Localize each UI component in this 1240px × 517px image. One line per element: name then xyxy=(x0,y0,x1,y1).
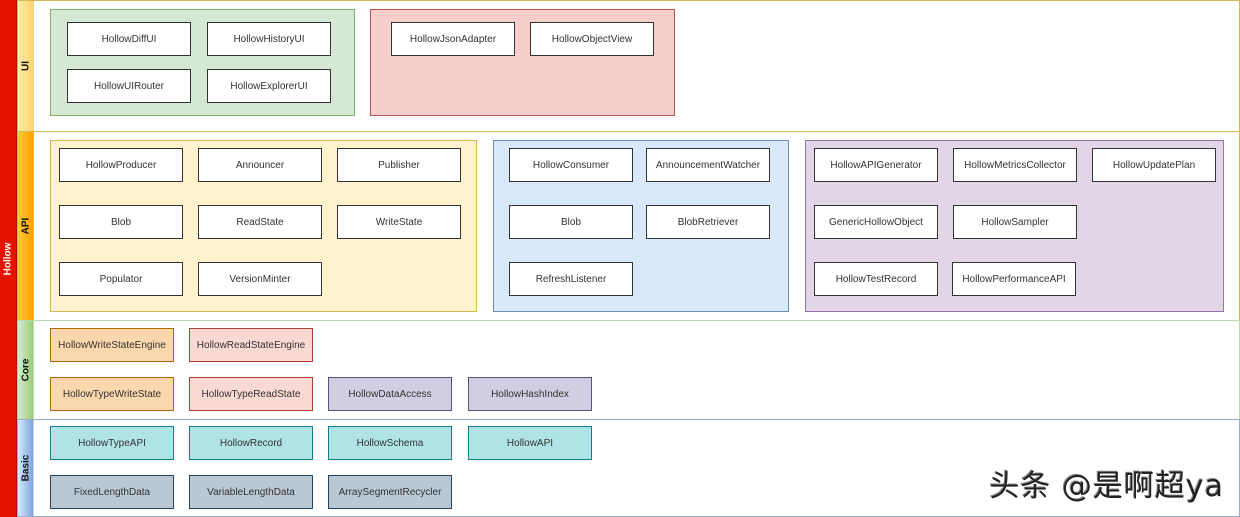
node-hollowreadstateengine[interactable]: HollowReadStateEngine xyxy=(189,328,313,362)
node-hollowsampler[interactable]: HollowSampler xyxy=(953,205,1077,239)
hollow-root-label: Hollow xyxy=(0,0,17,517)
watermark: 头条 @是啊超ya xyxy=(989,469,1224,504)
node-hollowwritestateengine[interactable]: HollowWriteStateEngine xyxy=(50,328,174,362)
node-hollowapi[interactable]: HollowAPI xyxy=(468,426,592,460)
node-versionminter[interactable]: VersionMinter xyxy=(198,262,322,296)
node-hollowschema[interactable]: HollowSchema xyxy=(328,426,452,460)
node-hollowperformanceapi[interactable]: HollowPerformanceAPI xyxy=(952,262,1076,296)
node-hollowtestrecord[interactable]: HollowTestRecord xyxy=(814,262,938,296)
node-publisher[interactable]: Publisher xyxy=(337,148,461,182)
node-fixedlengthdata[interactable]: FixedLengthData xyxy=(50,475,174,509)
node-hollowtypewritestate[interactable]: HollowTypeWriteState xyxy=(50,377,174,411)
node-generichollowobject[interactable]: GenericHollowObject xyxy=(814,205,938,239)
node-hollowhistoryui[interactable]: HollowHistoryUI xyxy=(207,22,331,56)
node-hollowupdateplan[interactable]: HollowUpdatePlan xyxy=(1092,148,1216,182)
layer-ui-label: UI xyxy=(20,61,31,71)
node-hollowhashindex[interactable]: HollowHashIndex xyxy=(468,377,592,411)
layer-api-tab: API xyxy=(18,132,34,320)
layer-basic-tab: Basic xyxy=(18,420,34,516)
layer-basic-label: Basic xyxy=(20,454,31,482)
layer-ui-tab: UI xyxy=(18,1,34,131)
node-hollowtypereadstate[interactable]: HollowTypeReadState xyxy=(189,377,313,411)
node-hollowtypeapi[interactable]: HollowTypeAPI xyxy=(50,426,174,460)
node-arraysegmentrecycler[interactable]: ArraySegmentRecycler xyxy=(328,475,452,509)
api-group-producer: HollowProducer Announcer Publisher Blob … xyxy=(50,140,477,312)
node-announcer[interactable]: Announcer xyxy=(198,148,322,182)
node-hollowconsumer[interactable]: HollowConsumer xyxy=(509,148,633,182)
node-variablelengthdata[interactable]: VariableLengthData xyxy=(189,475,313,509)
node-blobretriever[interactable]: BlobRetriever xyxy=(646,205,770,239)
node-hollowobjectview[interactable]: HollowObjectView xyxy=(530,22,654,56)
node-blob-producer[interactable]: Blob xyxy=(59,205,183,239)
root-label-text: Hollow xyxy=(2,242,14,275)
layer-ui: UI HollowDiffUI HollowHistoryUI HollowUI… xyxy=(17,0,1240,132)
ui-group-object-tools: HollowJsonAdapter HollowObjectView xyxy=(370,9,675,116)
node-writestate[interactable]: WriteState xyxy=(337,205,461,239)
node-announcementwatcher[interactable]: AnnouncementWatcher xyxy=(646,148,770,182)
api-group-tools: HollowAPIGenerator HollowMetricsCollecto… xyxy=(805,140,1224,312)
node-hollowjsonadapter[interactable]: HollowJsonAdapter xyxy=(391,22,515,56)
layer-api-label: API xyxy=(20,217,31,235)
node-blob-consumer[interactable]: Blob xyxy=(509,205,633,239)
node-hollowuirouter[interactable]: HollowUIRouter xyxy=(67,69,191,103)
node-hollowdiffui[interactable]: HollowDiffUI xyxy=(67,22,191,56)
node-refreshlistener[interactable]: RefreshListener xyxy=(509,262,633,296)
node-hollowproducer[interactable]: HollowProducer xyxy=(59,148,183,182)
node-populator[interactable]: Populator xyxy=(59,262,183,296)
layer-core-label: Core xyxy=(20,358,31,382)
node-hollowrecord[interactable]: HollowRecord xyxy=(189,426,313,460)
node-hollowexplorerui[interactable]: HollowExplorerUI xyxy=(207,69,331,103)
ui-group-web-tools: HollowDiffUI HollowHistoryUI HollowUIRou… xyxy=(50,9,355,116)
node-readstate[interactable]: ReadState xyxy=(198,205,322,239)
layer-api: API HollowProducer Announcer Publisher B… xyxy=(17,131,1240,321)
layer-core: Core HollowWriteStateEngine HollowReadSt… xyxy=(17,320,1240,420)
node-hollowdataaccess[interactable]: HollowDataAccess xyxy=(328,377,452,411)
node-hollowapigenerator[interactable]: HollowAPIGenerator xyxy=(814,148,938,182)
layer-core-tab: Core xyxy=(18,321,34,419)
api-group-consumer: HollowConsumer AnnouncementWatcher Blob … xyxy=(493,140,789,312)
node-hollowmetricscollector[interactable]: HollowMetricsCollector xyxy=(953,148,1077,182)
